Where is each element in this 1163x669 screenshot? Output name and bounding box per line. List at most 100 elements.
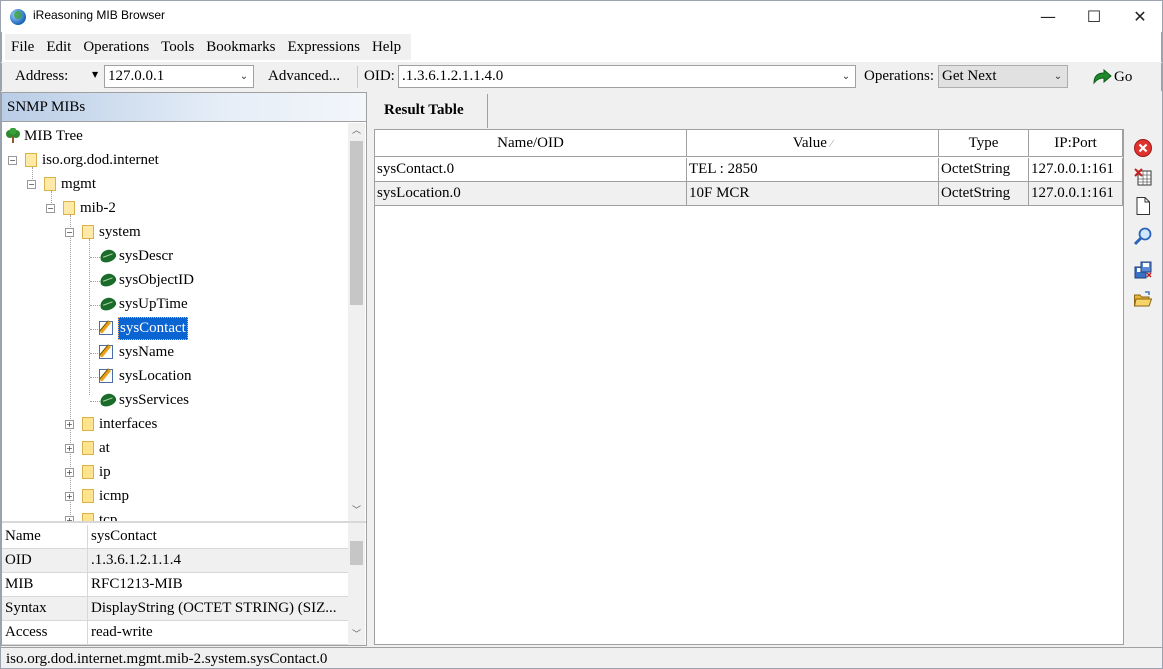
collapse-icon[interactable]: − <box>27 180 36 189</box>
delete-icon[interactable] <box>1133 138 1153 158</box>
menu-help[interactable]: Help <box>366 34 407 60</box>
tree-label-at: at <box>99 440 110 456</box>
table-row[interactable]: sysContact.0 TEL : 2850 OctetString 127.… <box>375 158 1123 182</box>
property-key: Access <box>5 624 48 640</box>
menu-file[interactable]: File <box>5 34 40 60</box>
tree-label-interfaces: interfaces <box>99 416 158 432</box>
scroll-up-icon[interactable]: ︿ <box>348 123 365 140</box>
properties-scroll-thumb[interactable] <box>350 541 363 565</box>
property-row: Syntax DisplayString (OCTET STRING) (SIZ… <box>2 597 348 621</box>
tree-label-syslocation: sysLocation <box>119 368 192 384</box>
expand-icon[interactable]: + <box>65 468 74 477</box>
tree-guide <box>51 191 52 203</box>
snmp-mibs-panel: SNMP MIBs MIB Tree − iso.org.dod.interne… <box>1 92 367 646</box>
sort-indicator-icon: ⁄ <box>830 139 833 150</box>
cell-type: OctetString <box>939 158 1029 182</box>
collapse-icon[interactable]: − <box>46 204 55 213</box>
maximize-button[interactable]: ☐ <box>1071 1 1117 32</box>
leaf-icon <box>98 391 118 409</box>
tree-label-tcp: tcp <box>99 512 118 521</box>
property-key: Syntax <box>5 600 47 616</box>
operations-label: Operations: <box>864 68 934 84</box>
address-history-dropdown-icon[interactable]: ▼ <box>92 70 98 79</box>
tree-guide <box>32 167 33 179</box>
cell-value: TEL : 2850 <box>687 158 939 182</box>
result-table-header: Name/OID Value ⁄ Type IP:Port <box>375 130 1123 157</box>
property-key: MIB <box>5 576 34 592</box>
menu-expressions[interactable]: Expressions <box>281 34 366 60</box>
go-label: Go <box>1114 69 1133 85</box>
address-value: 127.0.0.1 <box>108 68 165 84</box>
column-header-value-label: Value <box>792 135 827 151</box>
chevron-down-icon[interactable]: ⌄ <box>839 66 853 87</box>
tree-label-sysuptime: sysUpTime <box>119 296 188 312</box>
tree-scrollbar[interactable]: ︿ ﹀ <box>348 123 365 521</box>
tree-label-sysobjectid: sysObjectID <box>119 272 194 288</box>
tab-result-table[interactable]: Result Table <box>372 94 488 128</box>
folder-open-icon <box>63 201 75 215</box>
menu-edit[interactable]: Edit <box>40 34 77 60</box>
property-row: MIB RFC1213-MIB <box>2 573 348 597</box>
writable-icon <box>99 321 113 335</box>
tree-label-sysservices: sysServices <box>119 392 189 408</box>
property-key: Name <box>5 528 41 544</box>
chevron-down-icon[interactable]: ⌄ <box>1051 66 1065 87</box>
column-header-type[interactable]: Type <box>939 130 1029 157</box>
menu-operations[interactable]: Operations <box>77 34 155 60</box>
cell-type: OctetString <box>939 182 1029 206</box>
collapse-icon[interactable]: − <box>65 228 74 237</box>
expand-icon[interactable]: + <box>65 420 74 429</box>
new-document-icon[interactable] <box>1133 196 1153 216</box>
property-value: .1.3.6.1.2.1.1.4 <box>91 552 181 568</box>
cell-ip-port: 127.0.0.1:161 <box>1029 182 1123 206</box>
scroll-down-icon[interactable]: ﹀ <box>348 627 365 644</box>
open-folder-icon[interactable] <box>1133 290 1153 310</box>
tree-scroll-thumb[interactable] <box>350 141 363 305</box>
writable-icon <box>99 345 113 359</box>
go-arrow-icon <box>1093 69 1112 85</box>
app-globe-icon <box>10 9 26 25</box>
leaf-icon <box>98 247 118 265</box>
table-row[interactable]: sysLocation.0 10F MCR OctetString 127.0.… <box>375 182 1123 206</box>
tree-label-internet: iso.org.dod.internet <box>42 152 159 168</box>
tree-label-icmp: icmp <box>99 488 129 504</box>
menu-tools[interactable]: Tools <box>155 34 200 60</box>
clear-table-icon[interactable] <box>1133 167 1153 187</box>
advanced-button[interactable]: Advanced... <box>268 68 340 85</box>
folder-icon <box>82 417 94 431</box>
column-header-ip-port[interactable]: IP:Port <box>1029 130 1123 157</box>
expand-icon[interactable]: + <box>65 444 74 453</box>
cell-ip-port: 127.0.0.1:161 <box>1029 158 1123 182</box>
properties-scrollbar[interactable]: ﹀ <box>348 523 365 645</box>
property-value: DisplayString (OCTET STRING) (SIZ... <box>91 600 337 616</box>
result-toolbar <box>1125 130 1161 645</box>
address-label: Address: <box>15 68 69 84</box>
close-button[interactable]: ✕ <box>1117 1 1163 32</box>
collapse-icon[interactable]: − <box>8 156 17 165</box>
save-icon[interactable] <box>1133 260 1153 280</box>
folder-icon <box>82 489 94 503</box>
tree-label-mib2: mib-2 <box>80 200 116 216</box>
window-title: iReasoning MIB Browser <box>33 8 166 22</box>
scroll-down-icon[interactable]: ﹀ <box>348 503 365 520</box>
expand-icon[interactable]: + <box>65 492 74 501</box>
tree-label-syscontact: sysContact <box>118 317 188 340</box>
column-header-value[interactable]: Value ⁄ <box>687 130 939 157</box>
snmp-mibs-header: SNMP MIBs <box>2 93 366 122</box>
minimize-button[interactable]: — <box>1025 1 1071 32</box>
operations-select[interactable]: Get Next ⌄ <box>938 65 1068 88</box>
tree-label-root: MIB Tree <box>24 128 83 144</box>
result-table: Name/OID Value ⁄ Type IP:Port sysContact… <box>374 129 1124 645</box>
go-button[interactable]: Go <box>1090 65 1142 89</box>
column-header-name-oid[interactable]: Name/OID <box>375 130 687 157</box>
menu-bookmarks[interactable]: Bookmarks <box>200 34 281 60</box>
property-value: read-write <box>91 624 153 640</box>
cell-value: 10F MCR <box>687 182 939 206</box>
tree-guide <box>89 239 90 395</box>
oid-combo[interactable]: .1.3.6.1.2.1.1.4.0 ⌄ <box>398 65 856 88</box>
address-combo[interactable]: 127.0.0.1 ⌄ <box>104 65 254 88</box>
oid-label: OID: <box>364 68 395 84</box>
find-icon[interactable] <box>1133 226 1153 246</box>
chevron-down-icon[interactable]: ⌄ <box>237 66 251 87</box>
toolbar-separator <box>357 66 358 88</box>
